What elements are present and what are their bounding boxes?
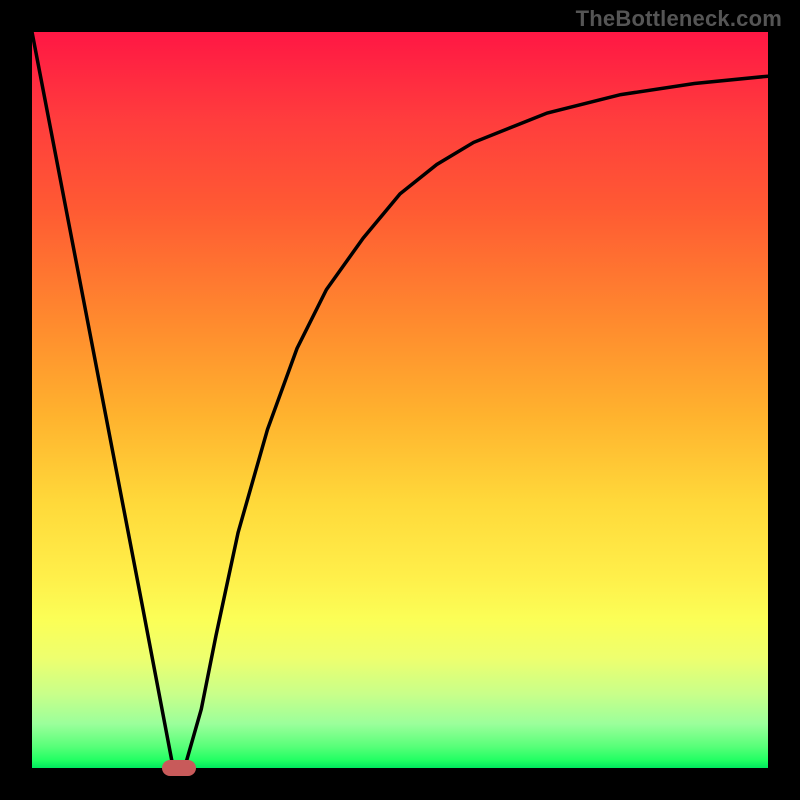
plot-area	[32, 32, 768, 768]
curve-path	[32, 32, 768, 768]
chart-frame: TheBottleneck.com	[0, 0, 800, 800]
bottleneck-curve	[32, 32, 768, 768]
optimum-marker	[162, 760, 196, 776]
watermark-text: TheBottleneck.com	[576, 6, 782, 32]
